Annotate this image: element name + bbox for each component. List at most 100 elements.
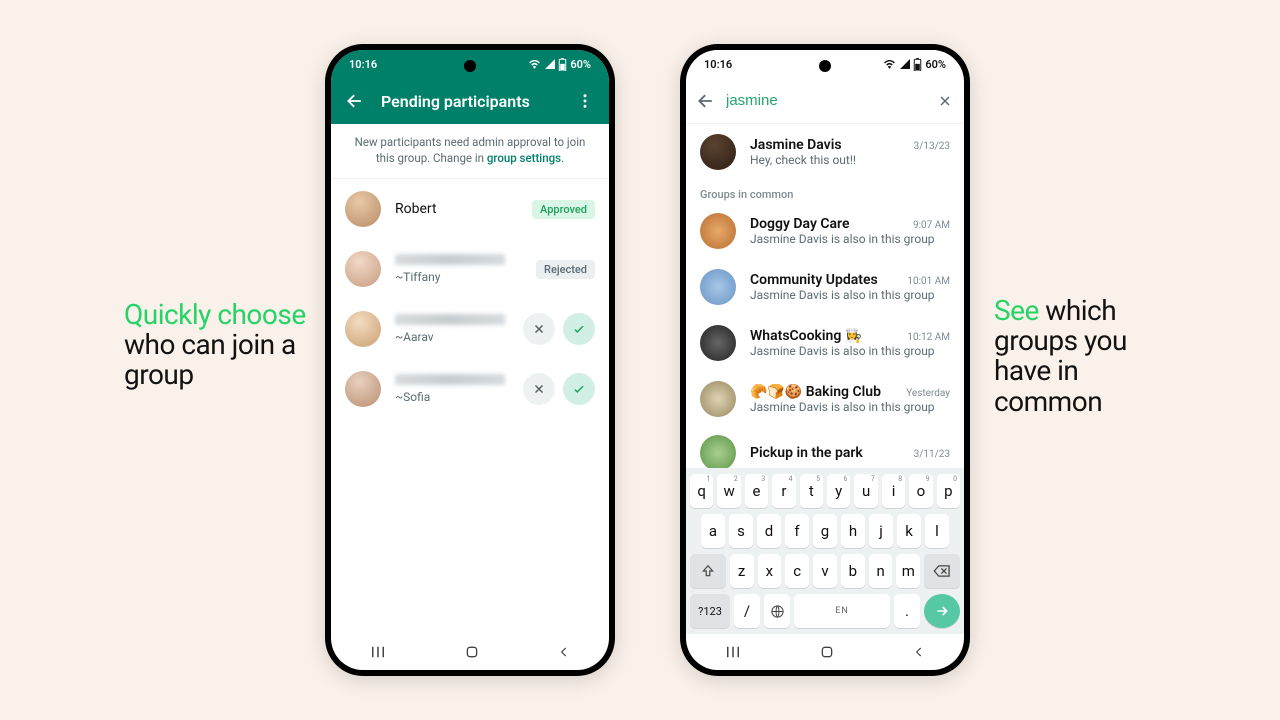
battery-pct: 60% [925,58,946,71]
chat-sub: Jasmine Davis is also in this group [750,344,950,358]
recents-icon[interactable] [369,645,387,659]
status-icons: 60% [883,58,946,71]
period-key[interactable]: . [894,594,920,628]
clear-button[interactable] [935,87,954,115]
chat-sub: Jasmine Davis is also in this group [750,288,950,302]
key-q[interactable]: q1 [690,474,713,508]
key-x[interactable]: x [758,554,782,588]
chat-row[interactable]: Doggy Day Care9:07 AM Jasmine Davis is a… [686,203,964,259]
battery-icon [558,58,567,71]
chat-title: 🥐🍞🍪 Baking Club [750,384,881,400]
x-icon [532,322,546,336]
avatar [345,371,381,407]
key-p[interactable]: p0 [937,474,960,508]
status-time: 10:16 [349,58,377,71]
more-button[interactable] [571,87,599,115]
home-icon[interactable] [464,644,480,660]
key-j[interactable]: j [869,514,893,548]
globe-icon [770,604,785,619]
chat-sub: Hey, check this out!! [750,153,950,167]
key-u[interactable]: u7 [854,474,877,508]
check-icon [572,382,586,396]
android-navbar [686,634,964,670]
key-e[interactable]: e3 [745,474,768,508]
wifi-icon [883,59,896,69]
pending-row[interactable]: ~Aarav [331,299,609,359]
arrow-right-icon [934,603,950,619]
approve-button[interactable] [563,373,595,405]
group-settings-link[interactable]: group settings [487,151,561,165]
slash-key[interactable]: / [734,594,760,628]
recents-icon[interactable] [724,645,742,659]
backspace-key[interactable] [924,554,960,588]
avatar [345,191,381,227]
shift-icon [701,564,715,578]
status-badge: Rejected [536,260,595,279]
caption-left-accent: Quickly choose [124,298,306,331]
android-navbar [331,634,609,670]
chat-row[interactable]: Jasmine Davis 3/13/23 Hey, check this ou… [686,124,964,180]
key-row-4: ?123 / EN . [690,594,960,628]
back-nav-icon[interactable] [557,645,571,659]
search-input[interactable] [726,92,925,109]
shift-key[interactable] [690,554,726,588]
search-bar [686,78,964,124]
avatar [345,251,381,287]
key-z[interactable]: z [730,554,754,588]
key-c[interactable]: c [785,554,809,588]
page-title: Pending participants [381,92,559,111]
avatar [700,381,736,417]
key-t[interactable]: t5 [800,474,823,508]
key-y[interactable]: y6 [827,474,850,508]
chat-row[interactable]: 🥐🍞🍪 Baking ClubYesterday Jasmine Davis i… [686,371,964,427]
signal-icon [544,59,555,69]
language-key[interactable] [764,594,790,628]
back-nav-icon[interactable] [912,645,926,659]
key-w[interactable]: w2 [717,474,740,508]
key-m[interactable]: m [896,554,920,588]
pending-list: Robert Approved ~Tiffany Rejected ~Aarav [331,179,609,634]
chat-time: 10:12 AM [907,332,950,343]
key-n[interactable]: n [869,554,893,588]
key-r[interactable]: r4 [772,474,795,508]
chat-sub: Jasmine Davis is also in this group [750,232,950,246]
key-v[interactable]: v [813,554,837,588]
space-key[interactable]: EN [794,594,890,628]
back-button[interactable] [341,87,369,115]
chat-row[interactable]: WhatsCooking 👩‍🍳10:12 AM Jasmine Davis i… [686,315,964,371]
reject-button[interactable] [523,373,555,405]
reject-button[interactable] [523,313,555,345]
chat-time: 3/11/23 [914,449,950,460]
chat-row[interactable]: Pickup in the park3/11/23 [686,427,964,468]
key-b[interactable]: b [841,554,865,588]
key-l[interactable]: l [925,514,949,548]
key-row-3: zxcvbnm [690,554,960,588]
symbols-key[interactable]: ?123 [690,594,730,628]
key-o[interactable]: o9 [909,474,932,508]
redacted-phone [395,374,505,385]
key-g[interactable]: g [813,514,837,548]
key-i[interactable]: i8 [882,474,905,508]
key-d[interactable]: d [757,514,781,548]
check-icon [572,322,586,336]
approve-button[interactable] [563,313,595,345]
caption-left: Quickly choose who can join a group [124,300,314,391]
pending-row[interactable]: ~Tiffany Rejected [331,239,609,299]
caption-right: See which groups you have in common [994,296,1184,417]
key-k[interactable]: k [897,514,921,548]
pending-row[interactable]: ~Sofia [331,359,609,419]
chat-row[interactable]: Community Updates10:01 AM Jasmine Davis … [686,259,964,315]
avatar [700,269,736,305]
key-f[interactable]: f [785,514,809,548]
enter-key[interactable] [924,594,960,628]
home-icon[interactable] [819,644,835,660]
more-vert-icon [576,92,594,110]
key-a[interactable]: a [701,514,725,548]
key-s[interactable]: s [729,514,753,548]
pending-row[interactable]: Robert Approved [331,179,609,239]
participant-sub: ~Tiffany [395,270,536,284]
key-h[interactable]: h [841,514,865,548]
chat-time: 9:07 AM [913,220,950,231]
chat-time: Yesterday [906,388,950,399]
back-button[interactable] [696,87,716,115]
